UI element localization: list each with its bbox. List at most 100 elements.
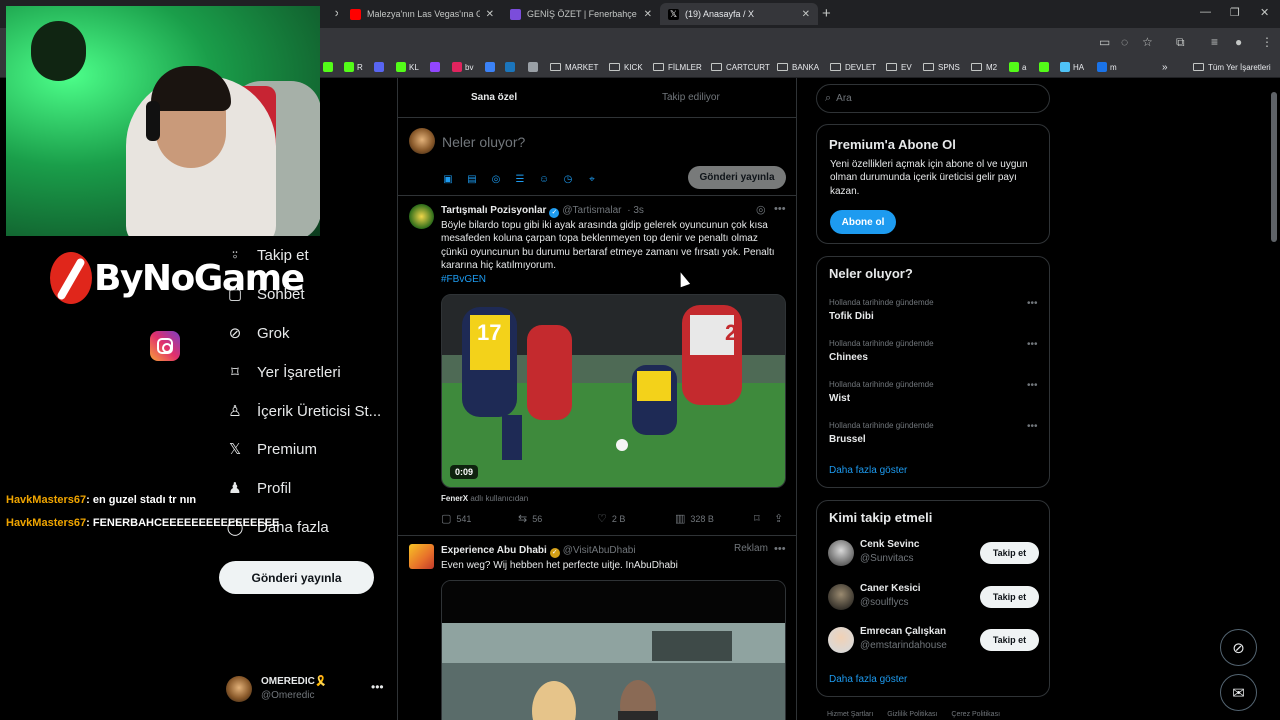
nav-bookmarks[interactable]: ⌑ Yer İşaretleri [226,360,341,384]
close-icon[interactable]: ✕ [644,9,652,20]
browser-tab-youtube[interactable]: Malezya'nın Las Vegas'ına Geldi ✕ [342,3,502,25]
trend-item[interactable]: Hollanda tarihinde gündemde Chinees ••• [829,339,1039,363]
bookmark-ha[interactable]: HA [1060,60,1084,74]
follow-button[interactable]: Takip et [980,629,1039,651]
bookmark-bv[interactable]: bv [452,60,473,74]
image-icon[interactable]: ▣ [442,173,454,185]
bookmark-r[interactable] [485,60,498,74]
tab-for-you[interactable]: Sana özel [471,92,517,103]
follow-suggestion[interactable]: Emrecan Çalışkan @emstarindahouse Takip … [828,625,1042,657]
minimize-icon[interactable]: — [1200,6,1211,18]
tweet-handle[interactable]: @Tartismalar [562,205,621,216]
nav-grok[interactable]: ⊘ Grok [226,321,290,345]
media-icon[interactable]: ≡ [1211,35,1218,49]
show-more-link[interactable]: Daha fazla göster [829,465,907,476]
tweet-video[interactable]: 17 2 0:09 [441,294,786,488]
bookmark-folder[interactable]: KICK [609,60,643,74]
hashtag-link[interactable]: #FBvGEN [441,274,486,285]
bookmark-twitch[interactable] [430,60,443,74]
subscribe-button[interactable]: Abone ol [830,210,896,234]
nav-premium[interactable]: 𝕏 Premium [226,437,317,461]
reply-button[interactable]: ▢ 541 [441,512,471,525]
more-icon[interactable]: ••• [1027,380,1038,391]
follow-suggestion[interactable]: Cenk Sevinc @Sunvitacs Takip et [828,538,1042,570]
tweet-time[interactable]: · 3s [627,205,644,216]
bookmark-steam[interactable] [505,60,518,74]
tweet-author[interactable]: Tartışmalı Pozisyonlar [441,205,546,216]
more-icon[interactable]: ••• [774,203,786,215]
more-icon[interactable]: ••• [774,543,786,555]
bookmark-globe[interactable] [528,60,541,74]
account-switcher[interactable]: OMEREDIC🎗️ @Omeredic ••• [226,674,386,704]
views-button[interactable]: ▥ 328 B [675,512,714,525]
gif-icon[interactable]: ▤ [466,173,478,185]
avatar[interactable] [409,544,434,569]
follow-suggestion[interactable]: Caner Kesici @soulflycs Takip et [828,582,1042,614]
compose-input[interactable]: Neler oluyor? [442,134,525,150]
trend-item[interactable]: Hollanda tarihinde gündemde Brussel ••• [829,421,1039,445]
search-input[interactable]: ⌕ Ara [816,84,1050,113]
grok-icon[interactable]: ◎ [756,203,766,216]
cast-icon[interactable]: ▭ [1099,35,1110,49]
maximize-icon[interactable]: ❐ [1230,6,1240,19]
grok-icon[interactable]: ◎ [490,173,502,185]
share-button[interactable]: ⇪ [774,512,788,525]
close-icon[interactable]: ✕ [802,9,810,20]
bookmark-folder[interactable]: BANKA [777,60,819,74]
bookmark-folder[interactable]: MARKET [550,60,598,74]
avatar[interactable] [409,204,434,229]
compose-submit-button[interactable]: Gönderi yayınla [688,166,786,189]
more-icon[interactable]: ••• [1027,421,1038,432]
location-icon[interactable]: ⌖ [586,173,598,185]
footer-link[interactable]: Hizmet Şartları [827,711,873,718]
repost-button[interactable]: ⇆ 56 [518,512,542,525]
close-window-icon[interactable]: ✕ [1260,6,1269,19]
bookmark-m[interactable]: m [1097,60,1117,74]
bookmark-a[interactable]: a [1009,60,1026,74]
like-button[interactable]: ♡ 2 B [597,512,625,525]
all-bookmarks[interactable]: Tüm Yer İşaretleri [1193,60,1271,74]
tweet[interactable]: Tartışmalı Pozisyonlar ✓ @Tartismalar · 3s… [398,196,797,536]
bookmark-folder[interactable]: CARTCURT [711,60,770,74]
bookmark-folder[interactable]: DEVLET [830,60,876,74]
trend-item[interactable]: Hollanda tarihinde gündemde Tofik Dibi •… [829,298,1039,322]
bookmark-discord[interactable] [374,60,387,74]
avatar-icon[interactable]: ● [1235,35,1242,49]
close-icon[interactable]: ✕ [486,9,494,20]
emoji-icon[interactable]: ☺ [538,173,550,185]
bookmark-kick-r[interactable]: R [344,60,363,74]
footer-link[interactable]: Çerez Politikası [951,711,1000,718]
menu-icon[interactable]: ⋮ [1261,35,1273,49]
page-scrollbar[interactable] [1271,92,1277,242]
extensions-icon[interactable]: ⧉ [1176,35,1185,50]
browser-tab-x[interactable]: 𝕏 (19) Anasayfa / X ✕ [660,3,818,25]
source-user[interactable]: FenerX [441,494,468,503]
nav-creator-studio[interactable]: ♙ İçerik Üreticisi St... [226,399,381,423]
star-icon[interactable]: ☆ [1142,35,1153,49]
messages-fab-button[interactable]: ✉ [1220,674,1257,711]
close-icon[interactable]: ✕ [334,9,338,20]
tweet-handle[interactable]: @VisitAbuDhabi [563,545,636,556]
trend-item[interactable]: Hollanda tarihinde gündemde Wist ••• [829,380,1039,404]
more-icon[interactable]: ••• [1027,298,1038,309]
new-tab-button[interactable]: + [822,5,831,22]
follow-button[interactable]: Takip et [980,542,1039,564]
more-icon[interactable]: ••• [1027,339,1038,350]
nav-profile[interactable]: ♟ Profil [226,476,291,500]
avatar[interactable] [828,540,854,566]
bookmark-kick[interactable] [323,60,336,74]
tweet-author[interactable]: Experience Abu Dhabi [441,545,547,556]
eye-off-icon[interactable]: ◌ [1121,35,1128,49]
poll-icon[interactable]: ☰ [514,173,526,185]
tweet-media[interactable] [441,580,786,720]
follow-button[interactable]: Takip et [980,586,1039,608]
bookmark-button[interactable]: ⌑ [754,512,765,525]
schedule-icon[interactable]: ◷ [562,173,574,185]
more-icon[interactable]: ••• [371,680,384,694]
bookmark-kick-2[interactable] [1039,60,1052,74]
show-more-link[interactable]: Daha fazla göster [829,674,907,685]
tweet[interactable]: Experience Abu Dhabi ✓ @VisitAbuDhabi Rekl… [398,536,797,720]
grok-fab-button[interactable]: ⊘ [1220,629,1257,666]
post-button[interactable]: Gönderi yayınla [219,561,374,594]
avatar[interactable] [828,627,854,653]
